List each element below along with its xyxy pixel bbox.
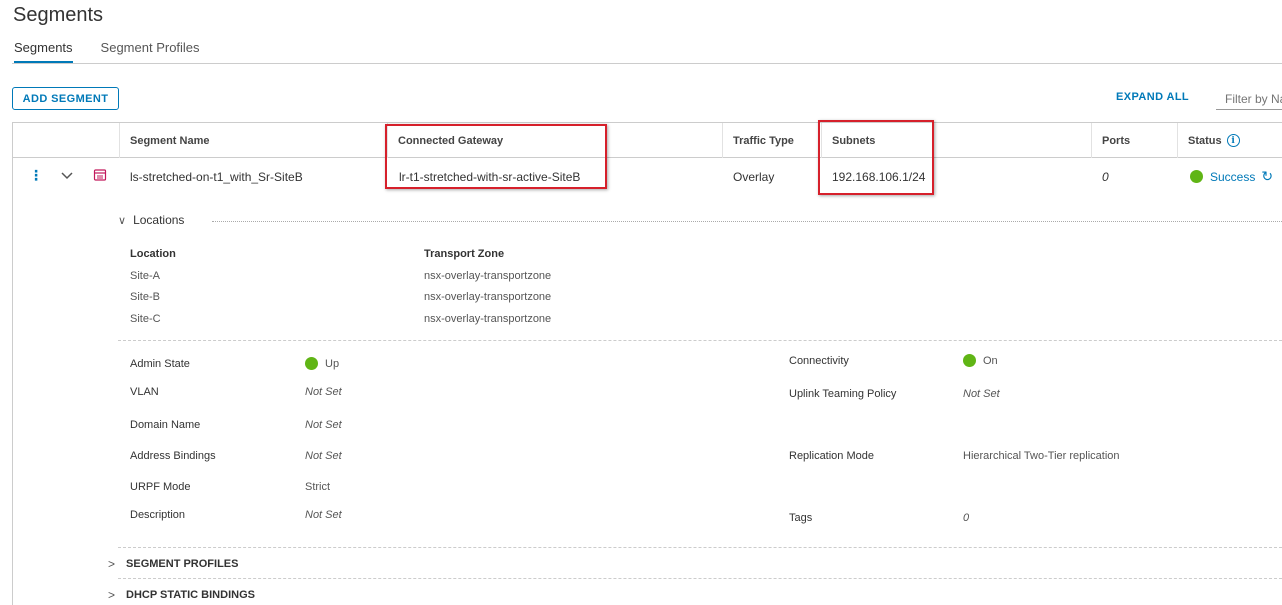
section-divider	[118, 547, 1282, 548]
address-bindings-label: Address Bindings	[130, 450, 216, 462]
transport-zone: nsx-overlay-transportzone	[424, 291, 552, 303]
location-name: Site-A	[130, 270, 160, 282]
admin-state-label: Admin State	[130, 358, 190, 370]
status-badge[interactable]: Success	[1210, 170, 1255, 184]
column-header-traffic[interactable]: Traffic Type	[722, 123, 794, 158]
highlight-box-subnets	[818, 120, 934, 195]
admin-state-dot-icon	[305, 357, 318, 370]
section-divider	[118, 578, 1282, 579]
segment-profiles-label: SEGMENT PROFILES	[126, 558, 239, 570]
tab-segments[interactable]: Segments	[14, 40, 73, 64]
admin-state-value: Up	[305, 357, 339, 370]
status-cell: Success ↻	[1190, 159, 1273, 194]
filter-input[interactable]	[1216, 88, 1282, 110]
column-header-name[interactable]: Segment Name	[119, 123, 209, 158]
chevron-right-icon: >	[108, 588, 116, 602]
locations-title: Locations	[133, 213, 185, 227]
dhcp-static-bindings-toggle[interactable]: > DHCP STATIC BINDINGS	[108, 588, 255, 602]
column-header-ports[interactable]: Ports	[1091, 123, 1130, 158]
more-actions-icon[interactable]: ⋮	[29, 167, 43, 184]
transport-zone: nsx-overlay-transportzone	[424, 270, 552, 282]
segment-icon	[93, 169, 107, 181]
list-item: Site-B nsx-overlay-transportzone	[130, 291, 730, 311]
grid-header: Segment Name Connected Gateway Traffic T…	[13, 123, 1282, 158]
list-item: Site-C nsx-overlay-transportzone	[130, 313, 730, 333]
transport-zone-header: Transport Zone	[424, 248, 505, 260]
locations-section-toggle[interactable]: ∨ Locations	[118, 213, 184, 227]
table-row[interactable]: ⋮ ls-stretched-on-t1_with_Sr-SiteB lr-t1…	[13, 159, 1282, 194]
connectivity-dot-icon	[963, 354, 976, 367]
page-title: Segments	[13, 4, 104, 26]
add-segment-button[interactable]: ADD SEGMENT	[12, 87, 119, 110]
urpf-mode-value: Strict	[305, 481, 331, 493]
chevron-down-icon[interactable]	[59, 168, 75, 184]
location-name: Site-B	[130, 291, 160, 303]
info-icon[interactable]: i	[1226, 134, 1240, 147]
tabs-divider	[12, 63, 1282, 64]
refresh-icon[interactable]: ↻	[1261, 168, 1273, 185]
uplink-teaming-label: Uplink Teaming Policy	[789, 388, 897, 400]
connectivity-text: On	[983, 354, 998, 367]
status-dot-icon	[1190, 170, 1203, 183]
expand-all-button[interactable]: EXPAND ALL	[1116, 91, 1189, 103]
locations-header-row: Location Transport Zone	[130, 248, 730, 268]
tab-bar: Segments Segment Profiles	[14, 40, 200, 64]
location-header: Location	[130, 248, 176, 260]
ports-count[interactable]: 0	[1102, 159, 1109, 194]
list-item: Site-A nsx-overlay-transportzone	[130, 270, 730, 290]
segment-profiles-toggle[interactable]: > SEGMENT PROFILES	[108, 557, 238, 571]
address-bindings-value: Not Set	[305, 450, 342, 462]
replication-mode-value: Hierarchical Two-Tier replication	[963, 450, 1120, 462]
column-header-status[interactable]: Status i	[1177, 123, 1240, 158]
admin-state-text: Up	[325, 357, 340, 370]
vlan-label: VLAN	[130, 386, 159, 398]
details-divider	[118, 340, 1282, 341]
segment-name[interactable]: ls-stretched-on-t1_with_Sr-SiteB	[130, 159, 303, 194]
uplink-teaming-value: Not Set	[963, 388, 1000, 400]
connectivity-value: On	[963, 354, 998, 367]
dhcp-static-bindings-label: DHCP STATIC BINDINGS	[126, 589, 255, 601]
vlan-value: Not Set	[305, 386, 342, 398]
traffic-type: Overlay	[733, 169, 775, 184]
description-label: Description	[130, 509, 186, 521]
description-value: Not Set	[305, 509, 342, 521]
replication-mode-label: Replication Mode	[789, 450, 874, 462]
column-header-status-label: Status	[1188, 134, 1222, 147]
domain-name-label: Domain Name	[130, 419, 201, 431]
tags-label: Tags	[789, 512, 813, 524]
location-name: Site-C	[130, 313, 161, 325]
chevron-right-icon: >	[108, 557, 116, 571]
transport-zone: nsx-overlay-transportzone	[424, 313, 552, 325]
domain-name-value: Not Set	[305, 419, 342, 431]
highlight-box-gateway	[385, 124, 607, 189]
urpf-mode-label: URPF Mode	[130, 481, 191, 493]
tags-value[interactable]: 0	[963, 512, 969, 524]
chevron-down-icon: ∨	[118, 214, 127, 227]
connectivity-label: Connectivity	[789, 355, 849, 367]
locations-divider	[212, 221, 1282, 222]
segments-grid: Segment Name Connected Gateway Traffic T…	[12, 122, 1282, 605]
tab-segment-profiles[interactable]: Segment Profiles	[101, 40, 200, 64]
